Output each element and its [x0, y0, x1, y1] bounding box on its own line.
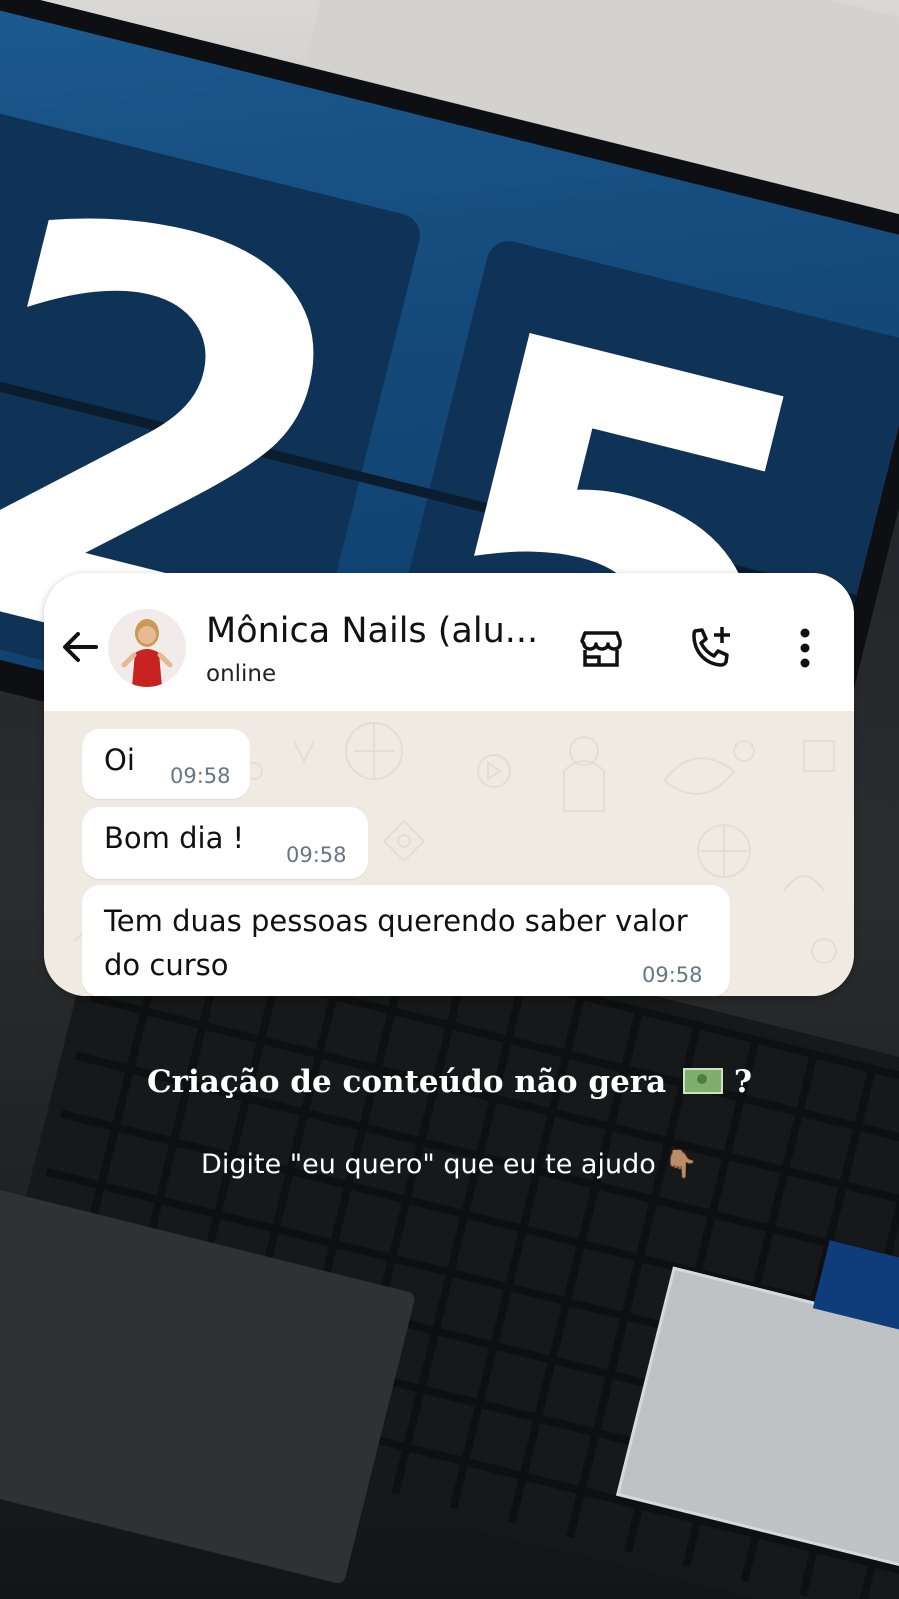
whatsapp-screenshot-card: Mônica Nails (alu... online Oi 09:58 Bom… — [44, 573, 854, 996]
contact-name[interactable]: Mônica Nails (alu... — [206, 611, 538, 651]
message-bubble[interactable]: Tem duas pessoas querendo saber valor do… — [82, 885, 730, 996]
story-headline-text: Criação de conteúdo não gera — [147, 1064, 667, 1100]
contact-status: online — [206, 661, 277, 687]
chat-header: Mônica Nails (alu... online — [44, 573, 854, 711]
message-time: 09:58 — [642, 963, 703, 987]
message-text: Tem duas pessoas querendo saber valor do… — [104, 904, 688, 982]
avatar[interactable] — [108, 609, 186, 687]
message-text: Oi — [104, 743, 135, 777]
store-icon[interactable] — [576, 623, 626, 673]
story-headline: Criação de conteúdo não gera ? — [0, 1064, 899, 1100]
more-vert-icon[interactable] — [784, 623, 834, 673]
story-headline-suffix: ? — [733, 1064, 752, 1100]
add-call-icon[interactable] — [686, 623, 736, 673]
message-text: Bom dia ! — [104, 821, 245, 855]
money-bill-icon — [683, 1067, 724, 1094]
message-time: 09:58 — [170, 764, 231, 788]
back-arrow-icon[interactable] — [58, 625, 102, 669]
chat-area[interactable]: Oi 09:58 Bom dia ! 09:58 Tem duas pessoa… — [44, 711, 854, 996]
story-subtext: Digite "eu quero" que eu te ajudo 👇🏽 — [201, 1149, 698, 1180]
message-bubble[interactable]: Bom dia ! 09:58 — [82, 807, 368, 879]
message-time: 09:58 — [286, 843, 347, 867]
message-bubble[interactable]: Oi 09:58 — [82, 729, 250, 799]
